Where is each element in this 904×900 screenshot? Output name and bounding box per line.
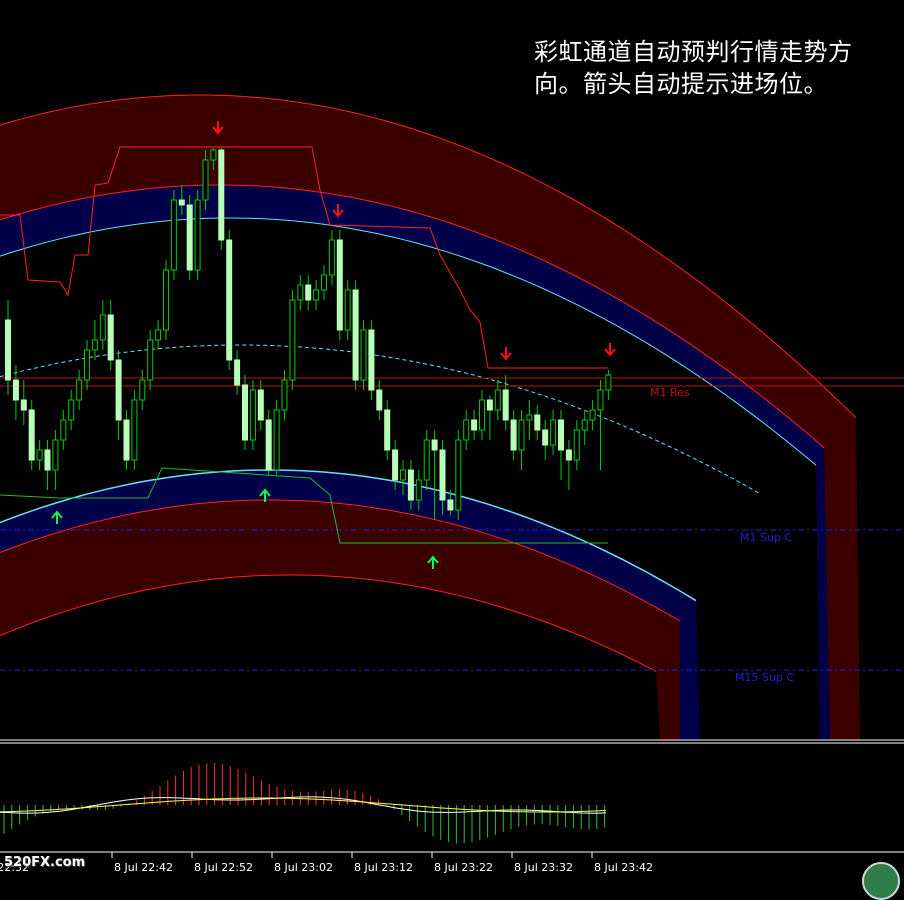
candle-body-43 (344, 289, 351, 331)
candle-body-12 (99, 314, 106, 341)
candle-body-75 (597, 389, 604, 411)
candle-body-42 (336, 239, 343, 331)
candle-body-11 (91, 339, 98, 351)
x-tick-label-0: 8 Jul 22:42 (114, 861, 173, 874)
candle-body-7 (60, 419, 67, 441)
x-tick-label-5: 8 Jul 23:32 (514, 861, 573, 874)
candle-body-34 (273, 409, 280, 471)
candle-body-31 (249, 389, 256, 441)
candle-body-73 (581, 419, 588, 431)
candle-body-60 (479, 399, 485, 431)
candle-body-18 (147, 339, 154, 381)
x-tick-label-4: 8 Jul 23:22 (434, 861, 493, 874)
candle-body-21 (170, 199, 177, 271)
x-tick-label-6: 8 Jul 23:42 (594, 861, 653, 874)
candle-body-45 (360, 329, 367, 381)
annotation-text: 彩虹通道自动预判行情走势方 向。箭头自动提示进场位。 (534, 36, 894, 100)
candle-body-32 (257, 389, 264, 421)
level-label-2: M15 Sup C (735, 671, 794, 684)
macd-main-line (0, 796, 607, 814)
candle-body-4 (36, 449, 43, 461)
watermark: 520FX.com (4, 855, 86, 870)
level-label-1: M1 Sup C (740, 531, 792, 544)
candle-body-30 (242, 384, 248, 441)
candle-body-64 (510, 419, 517, 451)
candle-body-5 (44, 449, 51, 471)
candle-body-76 (605, 374, 612, 391)
candle-body-17 (139, 379, 146, 401)
x-tick-label-3: 8 Jul 23:12 (354, 861, 413, 874)
candle-body-46 (368, 329, 375, 391)
macd-histogram (0, 763, 607, 844)
candle-body-35 (281, 379, 288, 411)
time-axis-ticks: 8 Jul 22:42 8 Jul 22:52 8 Jul 23:02 8 Jul 2… (0, 852, 653, 874)
candle-body-41 (328, 239, 335, 276)
candle-body-49 (392, 449, 399, 481)
candle-body-29 (234, 359, 241, 386)
x-tick-label-2: 8 Jul 23:02 (274, 861, 333, 874)
candle-body-10 (84, 349, 90, 381)
candle-body-69 (550, 419, 557, 446)
candle-body-14 (115, 359, 122, 421)
candle-body-25 (202, 159, 209, 201)
candle-body-59 (471, 419, 478, 431)
candle-body-33 (265, 419, 272, 471)
candle-body-58 (463, 419, 470, 441)
candle-body-40 (321, 274, 327, 291)
candle-body-22 (178, 199, 185, 206)
candle-body-63 (502, 389, 509, 421)
candle-body-8 (68, 399, 75, 421)
candle-body-15 (123, 419, 130, 461)
candle-body-48 (384, 409, 391, 451)
candle-body-9 (76, 379, 83, 401)
price-chart[interactable]: M1 ResM1 Sup CM15 Sup C 8 Jul 22:42 8 Jul… (0, 0, 904, 875)
candle-body-6 (52, 439, 59, 471)
candle-body-62 (494, 389, 501, 411)
candle-body-57 (455, 439, 462, 511)
candle-body-47 (376, 389, 383, 411)
candle-body-36 (289, 299, 296, 381)
candle-body-23 (186, 204, 193, 271)
rainbow-channel (0, 94, 860, 740)
candle-body-66 (526, 414, 533, 421)
candle-body-50 (400, 469, 406, 481)
candle-body-1 (12, 379, 19, 401)
x-tick-label-1: 8 Jul 22:52 (194, 861, 253, 874)
candle-body-24 (194, 199, 201, 271)
candle-body-44 (352, 289, 359, 381)
annotation-line-2: 向。箭头自动提示进场位。 (534, 70, 828, 98)
candle-body-20 (163, 269, 169, 331)
candle-body-28 (226, 239, 233, 361)
candle-body-61 (486, 399, 493, 411)
candle-body-26 (210, 149, 217, 161)
annotation-line-1: 彩虹通道自动预判行情走势方 (534, 38, 853, 66)
candle-body-27 (218, 149, 225, 241)
candle-body-2 (20, 399, 27, 411)
candle-body-0 (5, 319, 11, 381)
candle-body-71 (565, 449, 572, 461)
candle-body-13 (107, 314, 114, 361)
candle-body-51 (407, 469, 414, 501)
candle-body-70 (558, 419, 564, 451)
logo-icon (862, 862, 900, 900)
candle-body-55 (439, 449, 446, 501)
candle-body-3 (28, 409, 35, 461)
candle-body-72 (573, 429, 580, 461)
candle-body-37 (297, 284, 304, 301)
candle-body-54 (431, 439, 438, 451)
candle-body-19 (155, 329, 162, 341)
candle-body-67 (534, 414, 541, 431)
candle-body-39 (313, 289, 320, 301)
candle-body-68 (542, 429, 549, 446)
candle-body-38 (305, 284, 312, 301)
candle-body-74 (589, 409, 596, 421)
candle-body-16 (131, 399, 138, 461)
candle-body-56 (447, 499, 454, 511)
candle-body-65 (518, 419, 525, 451)
candle-body-52 (415, 479, 422, 501)
candle-body-53 (423, 439, 430, 481)
level-label-0: M1 Res (650, 386, 690, 399)
